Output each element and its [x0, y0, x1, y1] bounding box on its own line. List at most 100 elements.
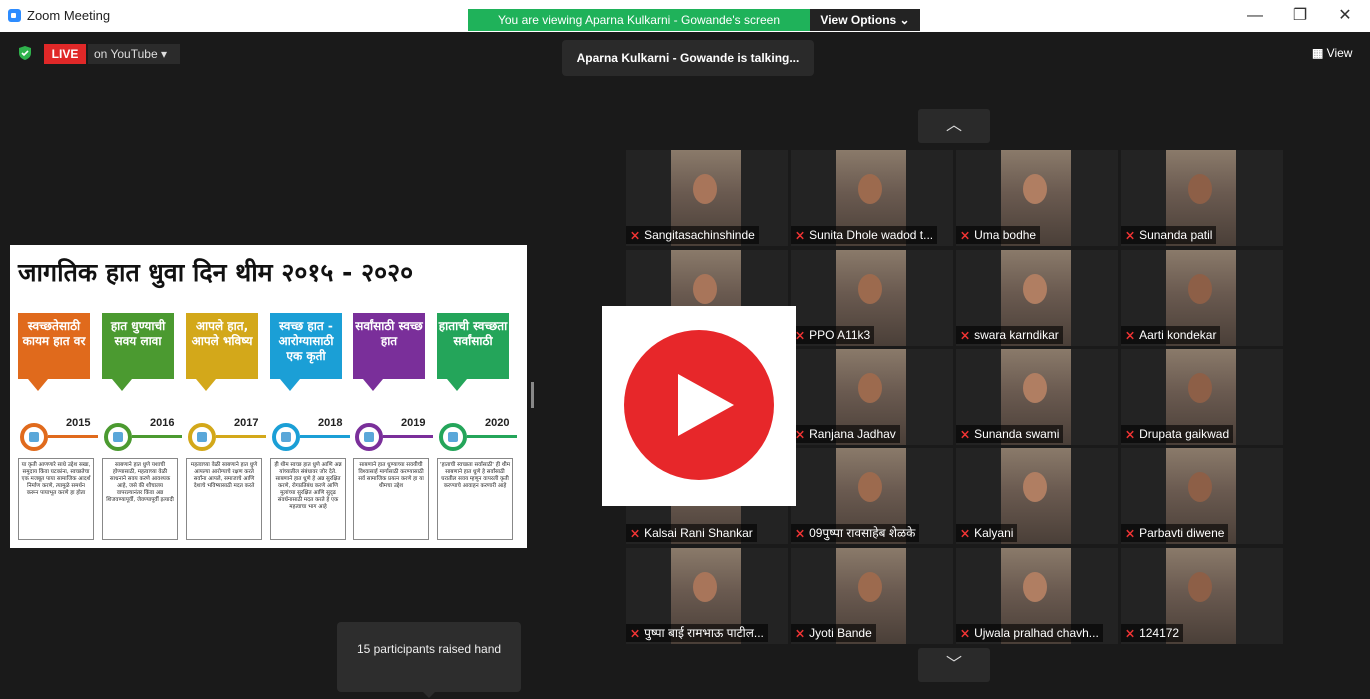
participant-name: ⨯ Uma bodhe [956, 226, 1041, 244]
muted-mic-icon: ⨯ [1125, 626, 1136, 640]
timeline-year: 2018 [318, 417, 343, 429]
participant-name-label: 09पुष्पा रावसाहेब शेळके [809, 526, 916, 540]
muted-mic-icon: ⨯ [960, 228, 971, 242]
theme-box: हाताची स्वच्छता सर्वांसाठी [437, 313, 509, 391]
youtube-play-overlay[interactable] [602, 306, 796, 506]
participant-tile[interactable]: ⨯ Uma bodhe [956, 150, 1118, 246]
participant-name: ⨯ swara karndikar [956, 326, 1063, 344]
participant-name: ⨯ Parbavti diwene [1121, 524, 1229, 542]
muted-mic-icon: ⨯ [1125, 526, 1136, 540]
view-options-button[interactable]: View Options ⌄ [810, 9, 920, 31]
raised-hand-tooltip: 15 participants raised hand [337, 622, 521, 698]
timeline-year: 2015 [66, 417, 91, 429]
participant-name: ⨯ Sunita Dhole wadod t... [791, 226, 938, 244]
live-badge[interactable]: LIVE [44, 44, 86, 64]
talking-indicator: Aparna Kulkarni - Gowande is talking... [562, 40, 814, 76]
participant-name: ⨯ पुष्पा बाई रामभाऊ पाटील... [626, 624, 768, 642]
timeline-year: 2019 [401, 417, 426, 429]
youtube-play-icon [624, 330, 774, 480]
participant-name-label: swara karndikar [974, 328, 1059, 342]
timeline-arrow [383, 435, 433, 438]
participant-name: ⨯ 09पुष्पा रावसाहेब शेळके [791, 524, 920, 542]
participant-name: ⨯ Ujwala pralhad chavh... [956, 624, 1103, 642]
participant-name: ⨯ Aarti kondekar [1121, 326, 1221, 344]
timeline-icon [104, 423, 132, 451]
participant-name: ⨯ Kalyani [956, 524, 1018, 542]
participant-tile[interactable]: ⨯ Parbavti diwene [1121, 448, 1283, 544]
participant-name-label: Sunanda swami [974, 427, 1060, 441]
theme-box: स्वच्छतेसाठी कायम हात वर [18, 313, 90, 391]
timeline-arrow [300, 435, 350, 438]
theme-description: ही थीम स्वच्छ हात धुणे आणि अन्न यांच्यात… [270, 458, 346, 540]
muted-mic-icon: ⨯ [795, 427, 806, 441]
grid-page-up-button[interactable]: ︿ [918, 109, 990, 143]
muted-mic-icon: ⨯ [1125, 228, 1136, 242]
muted-mic-icon: ⨯ [960, 526, 971, 540]
timeline-year: 2017 [234, 417, 259, 429]
participant-name-label: Uma bodhe [974, 228, 1037, 242]
muted-mic-icon: ⨯ [795, 526, 806, 540]
participant-name-label: Parbavti diwene [1139, 526, 1225, 540]
participant-tile[interactable]: ⨯ 124172 [1121, 548, 1283, 644]
muted-mic-icon: ⨯ [795, 626, 806, 640]
participant-tile[interactable]: ⨯ Jyoti Bande [791, 548, 953, 644]
muted-mic-icon: ⨯ [630, 228, 641, 242]
participant-name-label: Aarti kondekar [1139, 328, 1217, 342]
participant-tile[interactable]: ⨯ Kalyani [956, 448, 1118, 544]
participant-tile[interactable]: ⨯ Drupata gaikwad [1121, 349, 1283, 445]
theme-description: 'हाताची स्वच्छता सर्वांसाठी' ही थीम साबण… [437, 458, 513, 540]
participant-tile[interactable]: ⨯ Ujwala pralhad chavh... [956, 548, 1118, 644]
restore-button[interactable]: ❐ [1285, 6, 1315, 26]
view-button[interactable]: ▦ View [1312, 46, 1352, 60]
muted-mic-icon: ⨯ [795, 228, 806, 242]
timeline-icon [439, 423, 467, 451]
participant-tile[interactable]: ⨯ पुष्पा बाई रामभाऊ पाटील... [626, 548, 788, 644]
security-shield-icon[interactable] [18, 46, 32, 60]
timeline-icon [355, 423, 383, 451]
grid-view-icon: ▦ [1312, 46, 1327, 60]
shared-screen-slide: जागतिक हात धुवा दिन थीम २०१५ - २०२० स्वच… [10, 245, 527, 548]
participant-tile[interactable]: ⨯ Sunanda patil [1121, 150, 1283, 246]
youtube-live-dropdown[interactable]: on YouTube ▾ [88, 44, 180, 64]
participant-name-label: 124172 [1139, 626, 1180, 640]
muted-mic-icon: ⨯ [630, 626, 641, 640]
participant-tile[interactable]: ⨯ PPO A11k3 [791, 250, 953, 346]
minimize-button[interactable]: — [1240, 6, 1270, 26]
participant-tile[interactable]: ⨯ Sunita Dhole wadod t... [791, 150, 953, 246]
view-label: View [1326, 46, 1353, 60]
participant-name: ⨯ Drupata gaikwad [1121, 425, 1234, 443]
participant-tile[interactable]: ⨯ Ranjana Jadhav [791, 349, 953, 445]
slide-title: जागतिक हात धुवा दिन थीम २०१५ - २०२० [18, 258, 414, 287]
theme-box: सर्वांसाठी स्वच्छ हात [353, 313, 425, 391]
close-button[interactable]: ✕ [1330, 6, 1360, 26]
participant-name: ⨯ Sunanda patil [1121, 226, 1217, 244]
timeline-arrow [132, 435, 182, 438]
participant-tile[interactable]: ⨯ swara karndikar [956, 250, 1118, 346]
participant-name-label: Ranjana Jadhav [809, 427, 896, 441]
muted-mic-icon: ⨯ [960, 328, 971, 342]
theme-box: स्वच्छ हात - आरोग्यासाठी एक कृती [270, 313, 342, 391]
participant-tile[interactable]: ⨯ Sunanda swami [956, 349, 1118, 445]
participant-tile[interactable]: ⨯ 09पुष्पा रावसाहेब शेळके [791, 448, 953, 544]
muted-mic-icon: ⨯ [960, 427, 971, 441]
grid-page-down-button[interactable]: ﹀ [918, 648, 990, 682]
muted-mic-icon: ⨯ [630, 526, 641, 540]
participant-tile[interactable]: ⨯ Aarti kondekar [1121, 250, 1283, 346]
muted-mic-icon: ⨯ [1125, 427, 1136, 441]
participant-tile[interactable]: ⨯ Sangitasachinshinde [626, 150, 788, 246]
theme-box: आपले हात, आपले भविष्य [186, 313, 258, 391]
participant-name-label: Kalsai Rani Shankar [644, 526, 753, 540]
participant-name: ⨯ PPO A11k3 [791, 326, 875, 344]
timeline-arrow [467, 435, 517, 438]
split-handle[interactable] [531, 382, 534, 408]
participant-name: ⨯ Kalsai Rani Shankar [626, 524, 757, 542]
title-bar: Zoom Meeting You are viewing Aparna Kulk… [0, 0, 1370, 32]
theme-description: महत्वाच्या वेळी साबणाने हात धुणे आपल्या … [186, 458, 262, 540]
participant-name-label: Drupata gaikwad [1139, 427, 1230, 441]
participant-name-label: Jyoti Bande [809, 626, 872, 640]
participant-name: ⨯ Sangitasachinshinde [626, 226, 759, 244]
participant-name-label: Kalyani [974, 526, 1014, 540]
timeline-year: 2016 [150, 417, 175, 429]
timeline-year: 2020 [485, 417, 510, 429]
participant-name-label: पुष्पा बाई रामभाऊ पाटील... [644, 626, 764, 640]
